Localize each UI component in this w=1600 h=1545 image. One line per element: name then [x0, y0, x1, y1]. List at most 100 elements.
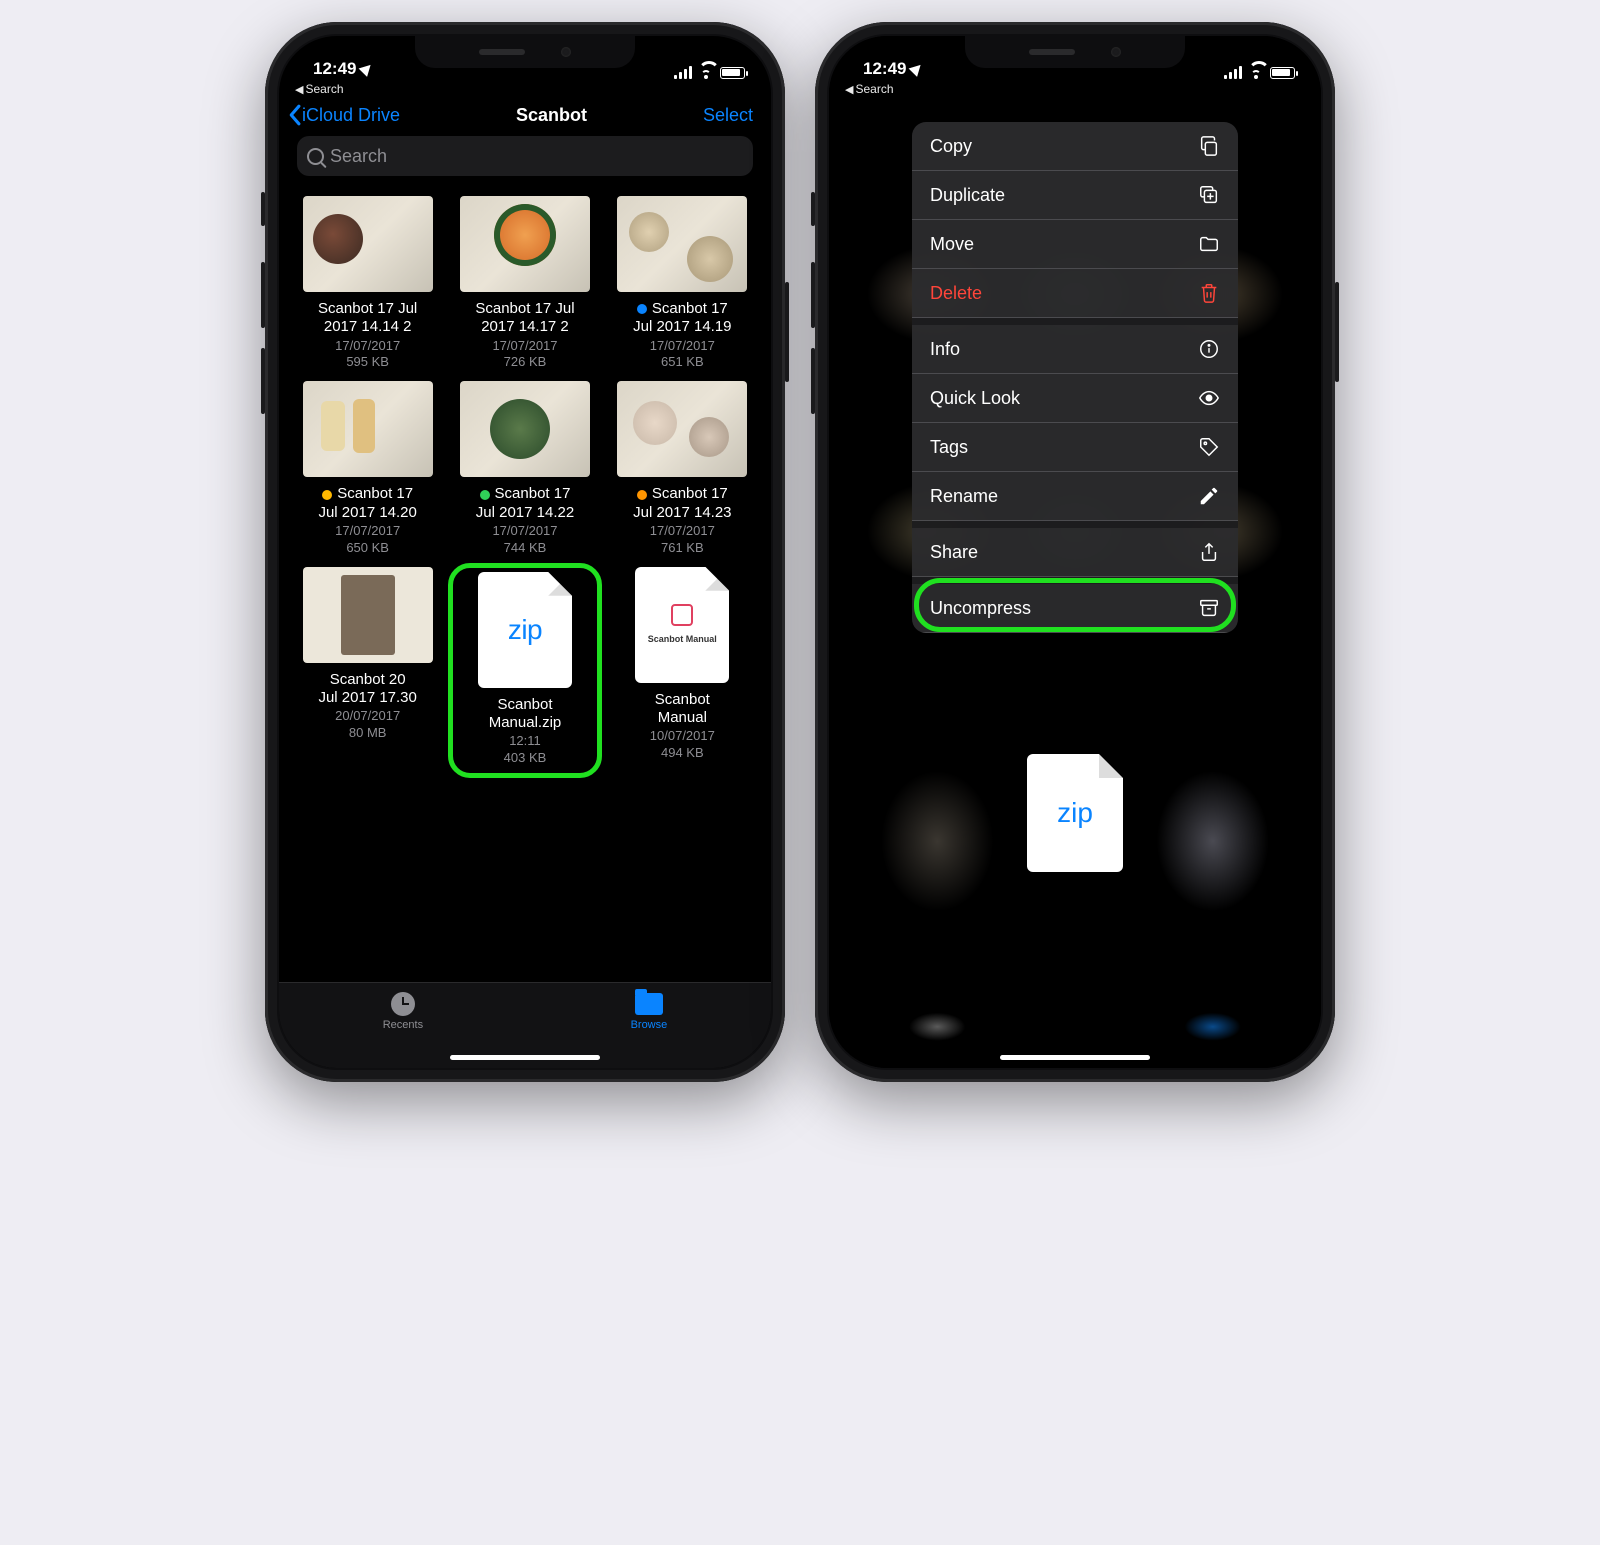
- file-size: 744 KB: [450, 540, 599, 557]
- file-date: 10/07/2017: [608, 728, 757, 745]
- menu-item-share[interactable]: Share: [912, 521, 1238, 577]
- file-date: 17/07/2017: [608, 523, 757, 540]
- file-thumbnail: [460, 381, 590, 477]
- menu-item-delete[interactable]: Delete: [912, 269, 1238, 318]
- file-name: Scanbot 17: [652, 300, 728, 318]
- file-item[interactable]: zipScanbotManual.zip12:11403 KB: [455, 572, 594, 767]
- file-item[interactable]: Scanbot 17Jul 2017 14.1917/07/2017651 KB: [608, 196, 757, 371]
- menu-item-label: Move: [930, 234, 974, 255]
- file-name: Scanbot 17 Jul: [475, 300, 574, 318]
- folder-icon: [1198, 233, 1220, 255]
- search-input[interactable]: Search: [297, 136, 753, 176]
- tag-dot-icon: [322, 490, 332, 500]
- file-date: 12:11: [455, 733, 594, 750]
- file-size: 761 KB: [608, 540, 757, 557]
- archive-icon: [1198, 597, 1220, 619]
- context-menu: Copy Duplicate Move Delete Info Quick Look Tag…: [912, 122, 1238, 633]
- share-icon: [1198, 541, 1220, 563]
- file-date: 17/07/2017: [450, 523, 599, 540]
- file-name: Jul 2017 14.22: [450, 504, 599, 522]
- file-name: Scanbot 17 Jul: [318, 300, 417, 318]
- location-icon: [909, 60, 925, 76]
- file-item[interactable]: Scanbot 17 Jul2017 14.14 217/07/2017595 …: [293, 196, 442, 371]
- nav-back-button[interactable]: iCloud Drive: [287, 104, 400, 126]
- file-name: Jul 2017 17.30: [293, 689, 442, 707]
- tag-dot-icon: [480, 490, 490, 500]
- file-size: 403 KB: [455, 750, 594, 767]
- menu-item-move[interactable]: Move: [912, 220, 1238, 269]
- file-item[interactable]: Scanbot 17Jul 2017 14.2017/07/2017650 KB: [293, 381, 442, 556]
- menu-item-quick-look[interactable]: Quick Look: [912, 374, 1238, 423]
- menu-item-info[interactable]: Info: [912, 318, 1238, 374]
- trash-icon: [1198, 282, 1220, 304]
- nav-bar: iCloud Drive Scanbot Select: [279, 96, 771, 132]
- file-thumbnail: [303, 567, 433, 663]
- phone-right: 12:49 ◀ Search Copy Duplicate Move Delete In…: [815, 22, 1335, 1082]
- menu-item-label: Quick Look: [930, 388, 1020, 409]
- status-time: 12:49: [863, 59, 906, 79]
- file-name: Scanbot 17: [495, 485, 571, 503]
- battery-icon: [1270, 67, 1295, 79]
- file-date: 20/07/2017: [293, 708, 442, 725]
- copy-icon: [1198, 135, 1220, 157]
- caret-left-icon: ◀: [295, 83, 303, 96]
- file-name: Manual.zip: [455, 714, 594, 732]
- file-name: Manual: [608, 709, 757, 727]
- file-item[interactable]: Scanbot 17Jul 2017 14.2317/07/2017761 KB: [608, 381, 757, 556]
- back-to-app[interactable]: ◀ Search: [829, 80, 1321, 96]
- file-size: 595 KB: [293, 354, 442, 371]
- file-thumbnail: [460, 196, 590, 292]
- menu-item-uncompress[interactable]: Uncompress: [912, 577, 1238, 633]
- pencil-icon: [1198, 485, 1220, 507]
- file-name: 2017 14.14 2: [293, 318, 442, 336]
- menu-item-tags[interactable]: Tags: [912, 423, 1238, 472]
- tab-browse[interactable]: Browse: [631, 991, 668, 1031]
- menu-item-label: Share: [930, 542, 978, 563]
- menu-item-copy[interactable]: Copy: [912, 122, 1238, 171]
- cellular-icon: [674, 66, 692, 79]
- search-icon: [307, 148, 324, 165]
- caret-left-icon: ◀: [845, 83, 853, 96]
- file-grid: Scanbot 17 Jul2017 14.14 217/07/2017595 …: [279, 190, 771, 772]
- file-item[interactable]: Scanbot ManualScanbotManual10/07/2017494…: [608, 567, 757, 772]
- file-name: Scanbot 17: [652, 485, 728, 503]
- wifi-icon: [697, 66, 715, 79]
- status-time: 12:49: [313, 59, 356, 79]
- menu-item-duplicate[interactable]: Duplicate: [912, 171, 1238, 220]
- file-thumbnail: [617, 196, 747, 292]
- file-name: Scanbot 17: [337, 485, 413, 503]
- nav-select-button[interactable]: Select: [703, 105, 753, 126]
- wifi-icon: [1247, 66, 1265, 79]
- home-indicator[interactable]: [1000, 1055, 1150, 1060]
- tag-icon: [1198, 436, 1220, 458]
- info-icon: [1198, 338, 1220, 360]
- nav-title: Scanbot: [516, 105, 587, 126]
- file-thumbnail: [303, 381, 433, 477]
- menu-item-rename[interactable]: Rename: [912, 472, 1238, 521]
- tab-recents[interactable]: Recents: [383, 991, 423, 1031]
- file-item[interactable]: Scanbot 17Jul 2017 14.2217/07/2017744 KB: [450, 381, 599, 556]
- eye-icon: [1198, 387, 1220, 409]
- menu-item-label: Info: [930, 339, 960, 360]
- file-name: Jul 2017 14.20: [293, 504, 442, 522]
- back-to-app[interactable]: ◀ Search: [279, 80, 771, 96]
- menu-item-label: Rename: [930, 486, 998, 507]
- file-thumbnail: [303, 196, 433, 292]
- file-item[interactable]: Scanbot 20Jul 2017 17.3020/07/201780 MB: [293, 567, 442, 772]
- file-name: Jul 2017 14.19: [608, 318, 757, 336]
- file-item[interactable]: Scanbot 17 Jul2017 14.17 2 17/07/2017726 …: [450, 196, 599, 371]
- file-date: 17/07/2017: [450, 338, 599, 355]
- menu-item-label: Copy: [930, 136, 972, 157]
- file-name: Scanbot: [655, 691, 710, 709]
- duplicate-icon: [1198, 184, 1220, 206]
- file-name: 2017 14.17 2: [450, 318, 599, 336]
- file-size: 726 KB: [450, 354, 599, 371]
- menu-item-label: Delete: [930, 283, 982, 304]
- zip-file-icon: zip: [478, 572, 572, 688]
- location-icon: [359, 60, 375, 76]
- notch: [965, 36, 1185, 68]
- file-thumbnail: [617, 381, 747, 477]
- file-size: 494 KB: [608, 745, 757, 762]
- file-preview-zip[interactable]: zip: [1027, 754, 1123, 872]
- home-indicator[interactable]: [450, 1055, 600, 1060]
